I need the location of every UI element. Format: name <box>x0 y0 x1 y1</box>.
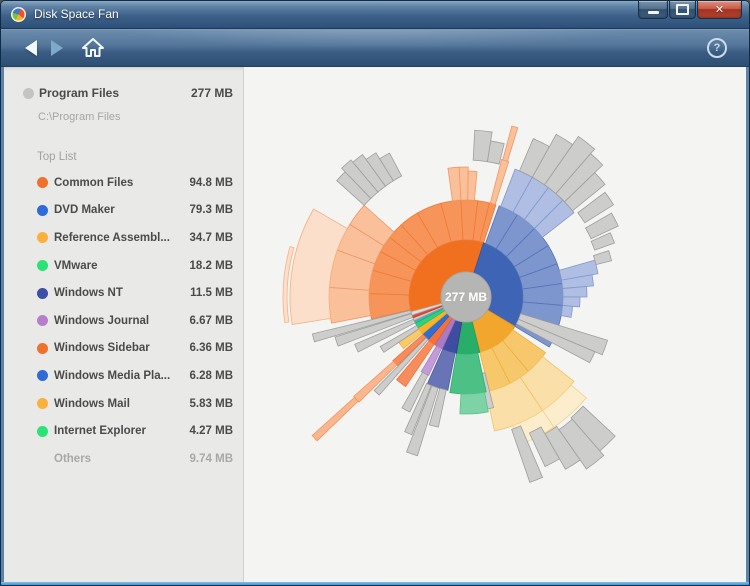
others-row[interactable]: Others 9.74 MB <box>4 445 243 473</box>
top-list-item-label: Common Files <box>54 176 134 189</box>
title-bar[interactable]: Disk Space Fan ✕ <box>1 1 749 29</box>
top-list-item-size: 6.67 MB <box>189 314 233 327</box>
window-controls: ✕ <box>637 1 742 19</box>
home-icon[interactable] <box>81 37 105 59</box>
fan-chart-panel: 277 MB <box>244 67 746 582</box>
top-list-item-size: 79.3 MB <box>189 204 233 217</box>
top-list-item[interactable]: Windows Sidebar 6.36 MB <box>4 335 243 363</box>
top-list-item[interactable]: DVD Maker 79.3 MB <box>4 197 243 225</box>
close-icon: ✕ <box>714 4 725 16</box>
fan-segment[interactable] <box>502 125 519 162</box>
top-list-item-label: DVD Maker <box>54 204 115 217</box>
top-list-item-label: Windows NT <box>54 287 123 300</box>
category-color-dot <box>37 342 48 354</box>
fan-segment[interactable] <box>458 166 469 201</box>
top-list-item-label: Reference Assembl... <box>54 231 170 244</box>
maximize-button[interactable] <box>669 1 696 19</box>
top-list-item[interactable]: Windows Media Pla... 6.28 MB <box>4 362 243 390</box>
others-label: Others <box>54 452 92 465</box>
category-color-dot <box>37 232 48 244</box>
top-list-item-label: Windows Mail <box>54 397 130 410</box>
content-area: Program Files 277 MB C:\Program Files To… <box>1 67 749 582</box>
sidebar: Program Files 277 MB C:\Program Files To… <box>4 67 244 582</box>
category-color-dot <box>37 177 48 189</box>
top-list-item[interactable]: Internet Explorer 4.27 MB <box>4 417 243 445</box>
fan-segment[interactable] <box>459 391 489 415</box>
top-list-item-size: 6.36 MB <box>189 342 233 355</box>
minimize-icon <box>647 11 659 14</box>
top-list-item[interactable]: Common Files 94.8 MB <box>4 169 243 197</box>
current-folder-name: Program Files <box>39 86 120 100</box>
top-list-item-size: 18.2 MB <box>189 259 233 272</box>
top-list: Common Files 94.8 MB DVD Maker 79.3 MB R… <box>4 169 243 445</box>
navigation-toolbar: ? <box>1 29 749 67</box>
help-icon[interactable]: ? <box>707 38 727 58</box>
back-icon[interactable] <box>25 40 37 56</box>
category-color-dot <box>37 398 48 410</box>
category-color-dot <box>37 287 48 299</box>
close-button[interactable]: ✕ <box>697 1 742 19</box>
category-color-dot <box>37 315 48 327</box>
top-list-item[interactable]: Windows Journal 6.67 MB <box>4 307 243 335</box>
top-list-item-label: Windows Sidebar <box>54 342 150 355</box>
top-list-item-size: 6.28 MB <box>189 369 233 382</box>
top-list-item-size: 34.7 MB <box>189 231 233 244</box>
maximize-icon <box>676 4 689 15</box>
top-list-item[interactable]: Windows NT 11.5 MB <box>4 279 243 307</box>
top-list-item[interactable]: Windows Mail 5.83 MB <box>4 390 243 418</box>
fan-segment[interactable] <box>467 170 478 201</box>
top-list-item-label: Windows Journal <box>54 314 150 327</box>
window-title: Disk Space Fan <box>34 7 119 21</box>
fan-segment[interactable] <box>311 396 359 442</box>
current-folder-row[interactable]: Program Files 277 MB <box>4 81 243 105</box>
window-bottom-border <box>1 582 749 585</box>
current-folder-size: 277 MB <box>190 86 233 100</box>
fan-segment[interactable] <box>449 352 487 395</box>
category-color-dot <box>37 370 48 382</box>
top-list-item[interactable]: VMware 18.2 MB <box>4 252 243 280</box>
minimize-button[interactable] <box>638 1 668 19</box>
fan-segment[interactable] <box>592 250 613 266</box>
top-list-item-label: Internet Explorer <box>54 425 147 438</box>
category-color-dot <box>37 260 48 272</box>
top-list-item-size: 4.27 MB <box>189 425 233 438</box>
top-list-item-label: VMware <box>54 259 98 272</box>
top-list-heading: Top List <box>37 151 77 163</box>
top-list-item[interactable]: Reference Assembl... 34.7 MB <box>4 224 243 252</box>
fan-chart: 277 MB <box>282 125 619 483</box>
current-folder-path: C:\Program Files <box>38 111 121 123</box>
app-fan-icon <box>11 7 26 22</box>
fan-segment[interactable] <box>328 287 372 324</box>
fan-segment[interactable] <box>560 305 574 318</box>
category-color-dot <box>37 425 48 437</box>
fan-segment[interactable] <box>447 166 462 202</box>
top-list-item-size: 94.8 MB <box>189 176 233 189</box>
fan-segment[interactable] <box>562 286 588 298</box>
top-list-item-size: 11.5 MB <box>190 287 233 300</box>
category-color-dot <box>37 204 48 216</box>
others-size: 9.74 MB <box>189 452 233 465</box>
top-list-item-label: Windows Media Pla... <box>54 369 171 382</box>
forward-icon[interactable] <box>51 40 63 56</box>
app-window: Disk Space Fan ✕ ? Program Files 277 MB <box>0 0 750 586</box>
fan-center-size-label: 277 MB <box>445 290 487 304</box>
current-folder-color-dot <box>23 87 34 99</box>
top-list-item-size: 5.83 MB <box>189 397 233 410</box>
